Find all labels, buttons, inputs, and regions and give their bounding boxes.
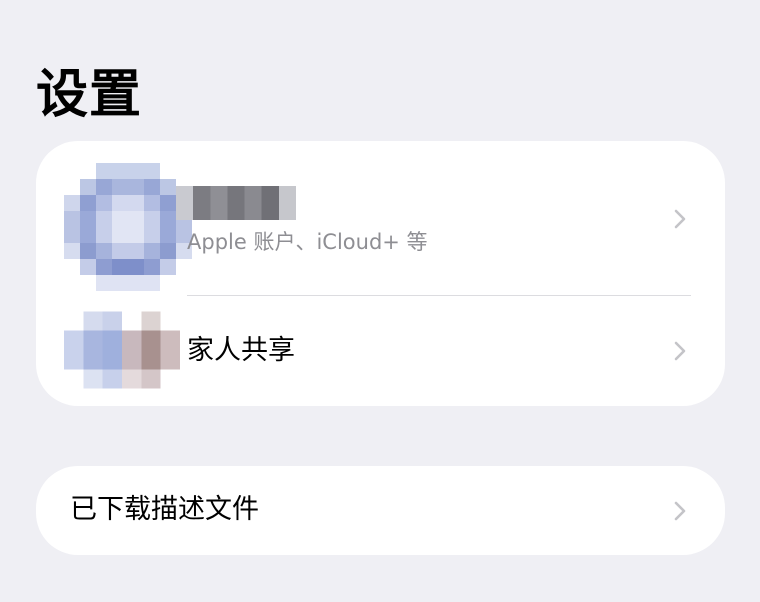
family-avatars — [64, 311, 180, 389]
account-subtitle: Apple 账户、iCloud+ 等 — [187, 230, 428, 254]
account-card: Apple 账户、iCloud+ 等 家人共享 — [36, 141, 725, 406]
chevron-right-icon — [674, 501, 686, 521]
avatar — [64, 163, 192, 291]
downloaded-profiles-row[interactable]: 已下载描述文件 — [36, 466, 725, 555]
apple-account-row[interactable]: Apple 账户、iCloud+ 等 — [36, 141, 725, 295]
account-name-redacted — [176, 186, 296, 220]
family-sharing-label: 家人共享 — [187, 335, 295, 366]
chevron-right-icon — [674, 209, 686, 229]
chevron-right-icon — [674, 341, 686, 361]
profiles-card: 已下载描述文件 — [36, 466, 725, 555]
page-title: 设置 — [36, 65, 143, 125]
family-sharing-row[interactable]: 家人共享 — [36, 296, 725, 406]
downloaded-profiles-label: 已下载描述文件 — [70, 494, 259, 525]
